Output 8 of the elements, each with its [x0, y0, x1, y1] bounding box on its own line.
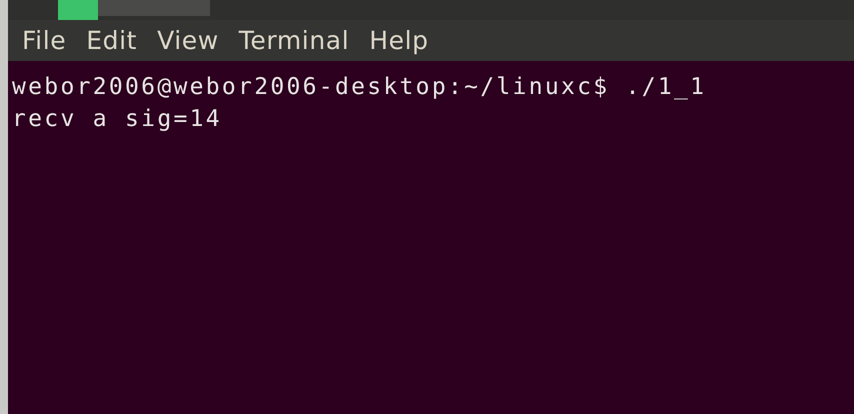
terminal-line: recv a sig=14: [12, 105, 222, 134]
menu-item[interactable]: Edit: [76, 26, 148, 55]
terminal-area[interactable]: webor2006@webor2006-desktop:~/linuxc$ ./1_1 recv a sig=14: [8, 61, 854, 414]
menu-item[interactable]: Help: [359, 26, 439, 55]
menu-item[interactable]: File: [12, 26, 76, 55]
terminal-line: webor2006@webor2006-desktop:~/linuxc$ ./1_1: [12, 73, 706, 102]
menu-item[interactable]: Terminal: [228, 26, 360, 55]
menu-item[interactable]: View: [147, 26, 229, 55]
